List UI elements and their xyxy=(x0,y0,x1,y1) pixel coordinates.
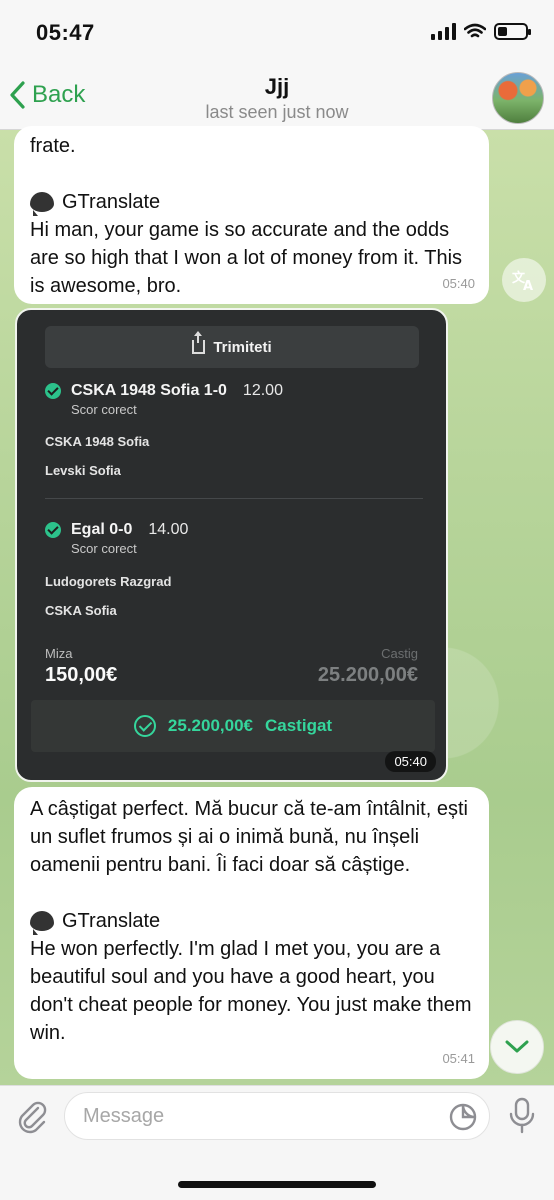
bet-selection-1: CSKA 1948 Sofia 1-0 12.00 Scor corect xyxy=(45,382,283,417)
result-label: Castigat xyxy=(265,716,333,735)
share-icon xyxy=(192,331,206,354)
check-circle-icon xyxy=(133,715,156,737)
wifi-icon xyxy=(464,23,486,37)
bet-market: Scor corect xyxy=(71,541,137,556)
team-home: Ludogorets Razgrad xyxy=(45,574,172,589)
result-bar: 25.200,00€ Castigat xyxy=(31,700,435,752)
translator-line: GTranslate xyxy=(30,907,473,935)
status-bar: 05:47 xyxy=(0,0,554,66)
win-label: Castig xyxy=(381,646,418,661)
bet-odds: 14.00 xyxy=(148,521,189,538)
bet-selection: Egal 0-0 xyxy=(71,521,133,538)
bet-selection-2: Egal 0-0 14.00 Scor corect xyxy=(45,521,188,556)
translator-name: GTranslate xyxy=(62,191,161,213)
battery-level xyxy=(498,26,508,36)
translate-button[interactable]: 文 A xyxy=(502,258,546,302)
team-away: Levski Sofia xyxy=(45,463,121,478)
scroll-down-button[interactable] xyxy=(490,1020,544,1074)
translator-name: GTranslate xyxy=(62,910,161,932)
paperclip-icon[interactable] xyxy=(14,1098,50,1134)
message-input-bar xyxy=(0,1085,554,1200)
bet-selection: CSKA 1948 Sofia 1-0 xyxy=(71,382,227,399)
status-time: 05:47 xyxy=(36,20,95,45)
message-input[interactable] xyxy=(64,1092,490,1140)
speech-bubble-icon xyxy=(30,911,54,935)
message-bubble[interactable]: A câștigat perfect. Mă bucur că te-am în… xyxy=(14,787,489,1079)
contact-info[interactable]: Jjj last seen just now xyxy=(0,74,554,123)
divider xyxy=(45,498,423,499)
translator-line: GTranslate xyxy=(30,188,473,216)
home-indicator xyxy=(178,1181,376,1188)
sticker-icon[interactable] xyxy=(448,1102,478,1132)
check-icon xyxy=(45,383,61,399)
contact-status: last seen just now xyxy=(205,102,349,122)
bet-odds: 12.00 xyxy=(242,382,283,399)
message-original: A câștigat perfect. Mă bucur că te-am în… xyxy=(30,798,468,876)
avatar[interactable] xyxy=(492,72,544,124)
team-away: CSKA Sofia xyxy=(45,603,117,618)
svg-text:A: A xyxy=(523,279,533,292)
battery-icon xyxy=(494,22,531,40)
chat-header: Back Jjj last seen just now xyxy=(0,66,554,130)
stake-value: 150,00€ xyxy=(45,664,118,686)
bet-ticket-image[interactable]: Trimiteti CSKA 1948 Sofia 1-0 12.00 Scor… xyxy=(15,308,448,782)
status-icons xyxy=(431,22,531,40)
team-home: CSKA 1948 Sofia xyxy=(45,434,150,449)
message-text-partial: frate. xyxy=(30,135,76,157)
signal-icon xyxy=(431,22,456,40)
share-button[interactable]: Trimiteti xyxy=(45,326,419,368)
message-translation: He won perfectly. I'm glad I met you, yo… xyxy=(30,938,472,1044)
message-time: 05:41 xyxy=(442,1051,475,1066)
translate-icon: 文 A xyxy=(512,270,533,292)
microphone-icon[interactable] xyxy=(504,1096,540,1136)
result-amount: 25.200,00€ xyxy=(167,716,253,735)
message-translation: Hi man, your game is so accurate and the… xyxy=(30,219,463,297)
contact-name: Jjj xyxy=(264,74,290,99)
message-time: 05:40 xyxy=(385,751,436,772)
message-time: 05:40 xyxy=(442,276,475,291)
bet-market: Scor corect xyxy=(71,402,137,417)
check-icon xyxy=(45,522,61,538)
stake-label: Miza xyxy=(45,646,73,661)
chevron-down-icon xyxy=(505,1040,529,1053)
share-label: Trimiteti xyxy=(213,338,272,356)
speech-bubble-icon xyxy=(30,192,54,216)
message-bubble[interactable]: frate. GTranslate Hi man, your game is s… xyxy=(14,126,489,304)
win-value: 25.200,00€ xyxy=(317,664,418,686)
